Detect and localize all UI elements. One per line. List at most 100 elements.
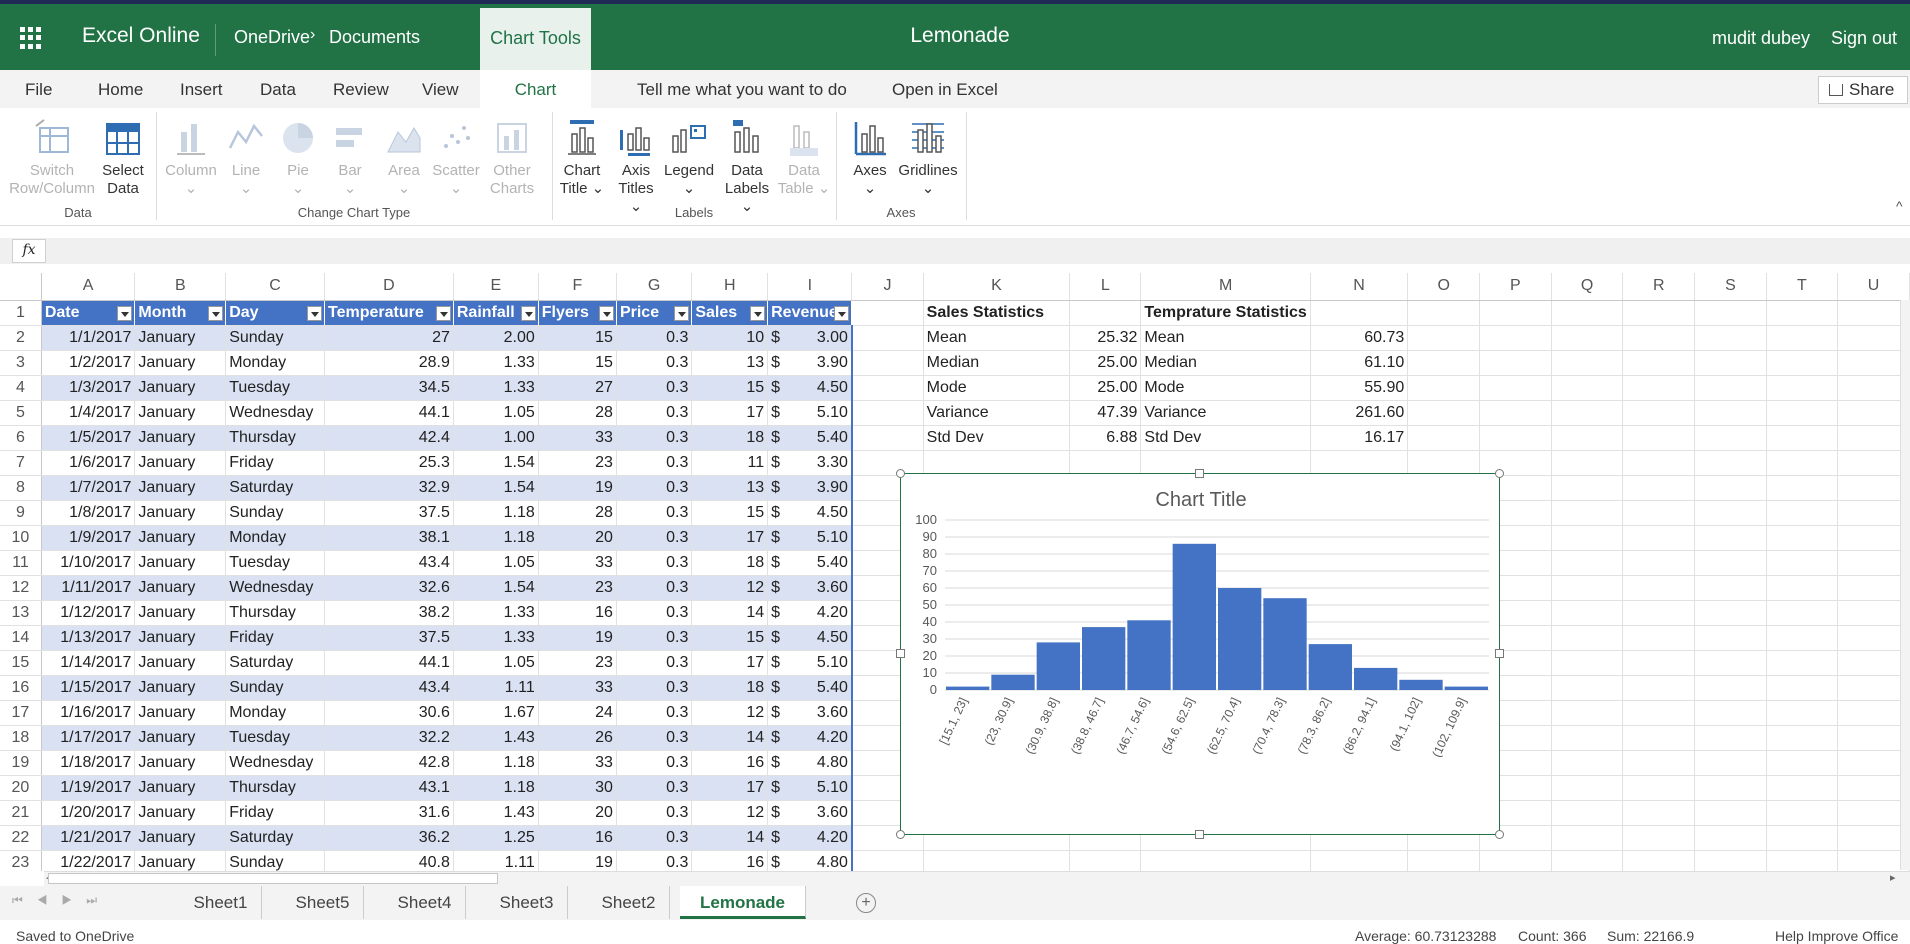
cell[interactable] xyxy=(1407,450,1481,476)
row-header[interactable]: 20 xyxy=(0,775,42,801)
cell[interactable]: Friday xyxy=(225,625,325,651)
menu-view[interactable]: View xyxy=(422,80,459,100)
temp-stats-title[interactable]: Temprature Statistics xyxy=(1140,300,1311,326)
cell[interactable]: Wednesday xyxy=(225,750,325,776)
legend-button[interactable]: Legend ⌄ xyxy=(664,118,714,198)
cell[interactable] xyxy=(1837,425,1910,451)
cell[interactable] xyxy=(1479,400,1552,426)
sheet-nav-icons[interactable]: ⏮◀▶⏭ xyxy=(12,893,111,908)
cell[interactable] xyxy=(1837,775,1910,801)
row-header[interactable]: 15 xyxy=(0,650,42,676)
cell[interactable] xyxy=(1140,450,1311,476)
cell[interactable]: 1.18 xyxy=(453,775,539,801)
row-header[interactable]: 12 xyxy=(0,575,42,601)
cell[interactable] xyxy=(1694,850,1767,871)
cell[interactable]: Tuesday xyxy=(225,375,325,401)
row-header[interactable]: 8 xyxy=(0,475,42,501)
histogram-bar[interactable] xyxy=(1308,644,1352,690)
sheet-tab-sheet1[interactable]: Sheet1 xyxy=(180,886,262,919)
cell[interactable]: 33 xyxy=(538,750,617,776)
cell[interactable] xyxy=(1310,300,1409,326)
cell[interactable]: 43.4 xyxy=(324,550,454,576)
cell[interactable] xyxy=(1622,425,1696,451)
cell[interactable] xyxy=(851,450,924,476)
cell[interactable] xyxy=(1766,675,1839,701)
cell[interactable] xyxy=(1622,725,1696,751)
cell[interactable]: 0.3 xyxy=(616,400,693,426)
cell[interactable]: 1.00 xyxy=(453,425,539,451)
cell[interactable]: 1/14/2017 xyxy=(41,650,136,676)
cell[interactable] xyxy=(1766,775,1839,801)
cell[interactable] xyxy=(1551,825,1624,851)
cell[interactable] xyxy=(1407,350,1481,376)
cell[interactable]: 1/10/2017 xyxy=(41,550,136,576)
cell[interactable]: Wednesday xyxy=(225,400,325,426)
bar-chart-button[interactable]: Bar ⌄ xyxy=(326,118,374,198)
sheet-tab-sheet3[interactable]: Sheet3 xyxy=(486,886,568,919)
cell[interactable] xyxy=(1766,600,1839,626)
histogram-bar[interactable] xyxy=(1082,627,1126,690)
breadcrumb-documents[interactable]: Documents xyxy=(329,27,420,48)
cell[interactable]: 0.3 xyxy=(616,675,693,701)
cell[interactable]: Day xyxy=(225,300,325,326)
column-header[interactable]: K xyxy=(923,273,1071,301)
cell[interactable]: 1.54 xyxy=(453,575,539,601)
app-name[interactable]: Excel Online xyxy=(82,24,200,48)
cell[interactable]: January xyxy=(134,400,227,426)
cell[interactable]: 0.3 xyxy=(616,625,693,651)
cell[interactable] xyxy=(1551,775,1624,801)
cell[interactable] xyxy=(1551,800,1624,826)
cell[interactable] xyxy=(1069,300,1142,326)
cell[interactable] xyxy=(1551,400,1624,426)
cell[interactable]: 27 xyxy=(538,375,617,401)
histogram-bar[interactable] xyxy=(991,674,1035,690)
cell[interactable]: 1.18 xyxy=(453,750,539,776)
histogram-bar[interactable] xyxy=(1354,667,1398,690)
collapse-ribbon-icon[interactable]: ^ xyxy=(1896,198,1903,214)
cell[interactable]: $4.20 xyxy=(767,825,853,851)
cell[interactable]: $3.90 xyxy=(767,475,853,501)
cell[interactable]: 13 xyxy=(691,350,769,376)
cell[interactable] xyxy=(1622,775,1696,801)
row-header[interactable]: 10 xyxy=(0,525,42,551)
cell[interactable] xyxy=(1694,650,1767,676)
cell[interactable] xyxy=(1766,400,1839,426)
cell[interactable]: 1.43 xyxy=(453,800,539,826)
column-header[interactable]: T xyxy=(1766,273,1839,301)
row-header[interactable]: 21 xyxy=(0,800,42,826)
row-header[interactable]: 17 xyxy=(0,700,42,726)
cell[interactable] xyxy=(851,400,924,426)
cell[interactable] xyxy=(1694,300,1767,326)
cell[interactable]: 1.05 xyxy=(453,550,539,576)
cell[interactable] xyxy=(1622,450,1696,476)
cell[interactable]: $3.60 xyxy=(767,700,853,726)
cell[interactable] xyxy=(1694,350,1767,376)
cell[interactable]: $3.30 xyxy=(767,450,853,476)
row-header[interactable]: 9 xyxy=(0,500,42,526)
cell[interactable]: Friday xyxy=(225,450,325,476)
cell[interactable] xyxy=(1622,650,1696,676)
cell[interactable] xyxy=(1407,325,1481,351)
cell[interactable]: Sales xyxy=(691,300,769,326)
histogram-bar[interactable] xyxy=(1218,588,1262,690)
cell[interactable] xyxy=(1551,525,1624,551)
breadcrumb-onedrive[interactable]: OneDrive xyxy=(234,27,310,48)
cell[interactable]: 1.54 xyxy=(453,475,539,501)
cell[interactable]: 42.4 xyxy=(324,425,454,451)
cell[interactable]: 1.33 xyxy=(453,375,539,401)
cell[interactable]: 17 xyxy=(691,400,769,426)
filter-dropdown-icon[interactable] xyxy=(750,305,766,321)
cell[interactable]: 33 xyxy=(538,425,617,451)
cell[interactable]: January xyxy=(134,725,227,751)
menu-home[interactable]: Home xyxy=(98,80,143,100)
cell[interactable]: 0.3 xyxy=(616,725,693,751)
cell[interactable] xyxy=(1479,850,1552,871)
cell[interactable] xyxy=(1837,450,1910,476)
cell[interactable] xyxy=(1837,400,1910,426)
cell[interactable] xyxy=(1622,325,1696,351)
row-header[interactable]: 13 xyxy=(0,600,42,626)
cell[interactable]: $3.60 xyxy=(767,800,853,826)
sales-stats-title[interactable]: Sales Statistics xyxy=(923,300,1071,326)
cell[interactable]: 1.11 xyxy=(453,850,539,871)
cell[interactable] xyxy=(1310,450,1409,476)
